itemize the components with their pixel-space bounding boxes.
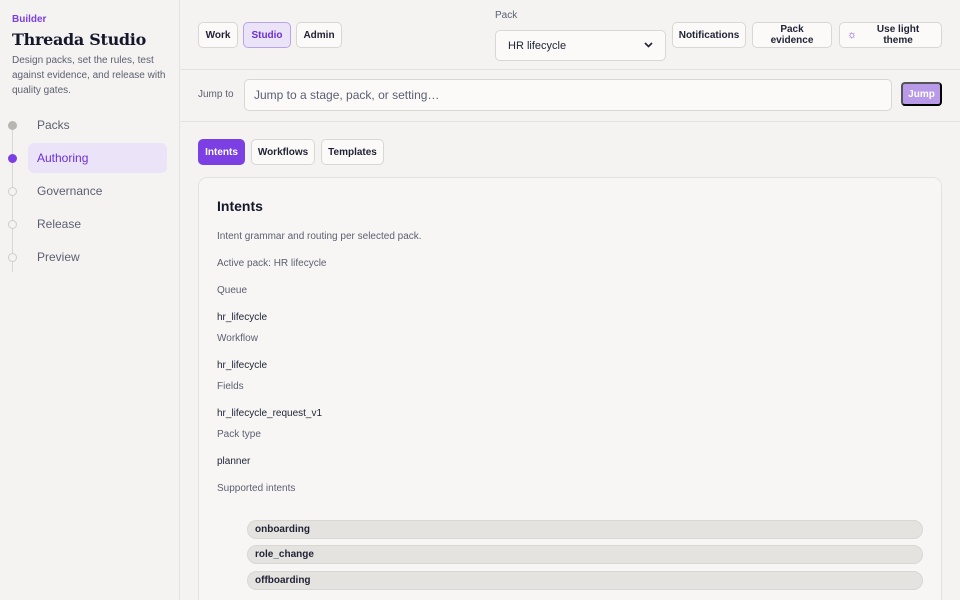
sidebar-item-governance[interactable]: Governance (8, 176, 167, 206)
sidebar-item-label: Preview (37, 250, 80, 264)
queue-label: Queue (217, 285, 248, 296)
mode-button-work[interactable]: Work (198, 22, 238, 48)
pack-evidence-button[interactable]: Pack evidence (752, 22, 832, 48)
stage-nav: Packs Authoring Governance Release Previ… (8, 110, 167, 272)
intent-pill: role_change (247, 545, 923, 564)
active-pack-text: Active pack: HR lifecycle (217, 258, 327, 269)
workflow-value: hr_lifecycle (217, 360, 268, 371)
chevron-down-icon (644, 40, 653, 51)
pack-type-label: Pack type (217, 429, 261, 440)
sidebar-item-label: Governance (37, 184, 103, 198)
supported-intents-label: Supported intents (217, 483, 296, 494)
sun-icon: ☼ (847, 29, 858, 41)
pack-select[interactable]: HR lifecycle (495, 30, 666, 61)
fields-value: hr_lifecycle_request_v1 (217, 408, 323, 419)
jump-button[interactable]: Jump (901, 82, 942, 106)
app-title: Threada Studio (12, 30, 146, 49)
main-area: Work Studio Admin Pack HR lifecycle Noti… (181, 0, 960, 600)
sidebar: Builder Threada Studio Design packs, set… (0, 0, 180, 600)
sidebar-item-label: Release (37, 217, 82, 231)
card-description: Intent grammar and routing per selected … (217, 231, 422, 242)
fields-label: Fields (217, 381, 244, 392)
tab-workflows[interactable]: Workflows (251, 139, 315, 165)
jump-bar: Jump to Jump to a stage, pack, or settin… (181, 70, 960, 122)
sidebar-item-label: Packs (37, 118, 70, 132)
stage-dot-icon (8, 252, 17, 262)
theme-toggle-label: Use light theme (876, 24, 920, 46)
queue-value: hr_lifecycle (217, 312, 268, 323)
intent-pill: onboarding (247, 520, 923, 539)
notifications-button[interactable]: Notifications (672, 22, 746, 48)
mode-button-studio[interactable]: Studio (243, 22, 291, 48)
intents-card: Intents Intent grammar and routing per s… (198, 177, 942, 600)
sidebar-item-packs[interactable]: Packs (8, 110, 167, 140)
app-description: Design packs, set the rules, test agains… (12, 55, 166, 96)
sidebar-item-label: Authoring (28, 143, 167, 173)
jump-input[interactable]: Jump to a stage, pack, or setting… (244, 79, 892, 111)
stage-dot-icon (8, 153, 17, 163)
stage-dot-icon (8, 186, 17, 196)
sidebar-item-preview[interactable]: Preview (8, 242, 167, 272)
sidebar-eyebrow: Builder (12, 14, 47, 25)
pack-label: Pack (495, 10, 518, 21)
intent-pill: offboarding (247, 571, 923, 590)
sidebar-item-release[interactable]: Release (8, 209, 167, 239)
stage-dot-icon (8, 120, 17, 130)
topbar: Work Studio Admin Pack HR lifecycle Noti… (181, 0, 960, 70)
workflow-label: Workflow (217, 333, 258, 344)
stage-dot-icon (8, 219, 17, 229)
pack-type-value: planner (217, 456, 251, 467)
theme-toggle-button[interactable]: ☼ Use light theme (839, 22, 942, 48)
sidebar-item-authoring[interactable]: Authoring (8, 143, 167, 173)
tab-templates[interactable]: Templates (321, 139, 384, 165)
card-title: Intents (217, 198, 263, 214)
tab-intents[interactable]: Intents (198, 139, 245, 165)
mode-button-admin[interactable]: Admin (296, 22, 342, 48)
jump-label: Jump to (198, 89, 234, 100)
pack-select-value: HR lifecycle (508, 39, 567, 52)
